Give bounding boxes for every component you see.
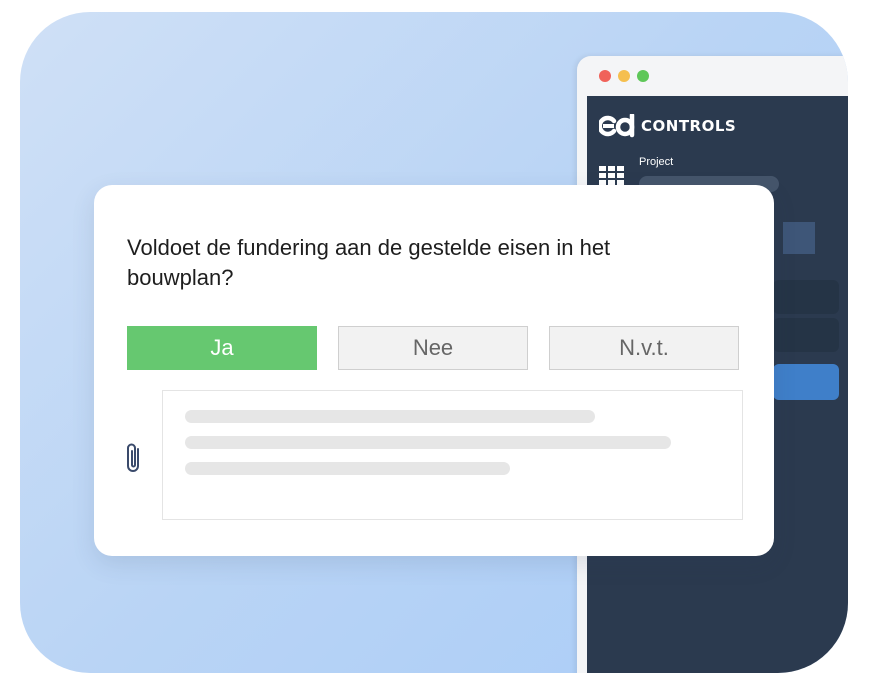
close-window-dot[interactable]: [599, 70, 611, 82]
project-label: Project: [639, 156, 674, 168]
question-card: Voldoet de fundering aan de gestelde eis…: [94, 185, 774, 556]
placeholder-line: [185, 462, 510, 475]
answer-nee-button[interactable]: Nee: [338, 326, 528, 370]
app-logo: CONTROLS: [599, 114, 736, 138]
logo-text: CONTROLS: [641, 117, 737, 135]
question-text: Voldoet de fundering aan de gestelde eis…: [127, 235, 611, 290]
ed-logo-mark: [599, 114, 635, 138]
answer-nvt-button[interactable]: N.v.t.: [549, 326, 739, 370]
maximize-window-dot[interactable]: [637, 70, 649, 82]
app-menu-row[interactable]: [773, 318, 839, 352]
minimize-window-dot[interactable]: [618, 70, 630, 82]
app-tile[interactable]: [783, 222, 815, 254]
placeholder-line: [185, 436, 671, 449]
comment-input[interactable]: [162, 390, 743, 520]
app-menu-row[interactable]: [773, 280, 839, 314]
paperclip-icon[interactable]: [124, 441, 144, 480]
window-controls: [599, 70, 649, 82]
app-primary-button[interactable]: [773, 364, 839, 400]
placeholder-line: [185, 410, 595, 423]
answer-ja-button[interactable]: Ja: [127, 326, 317, 370]
